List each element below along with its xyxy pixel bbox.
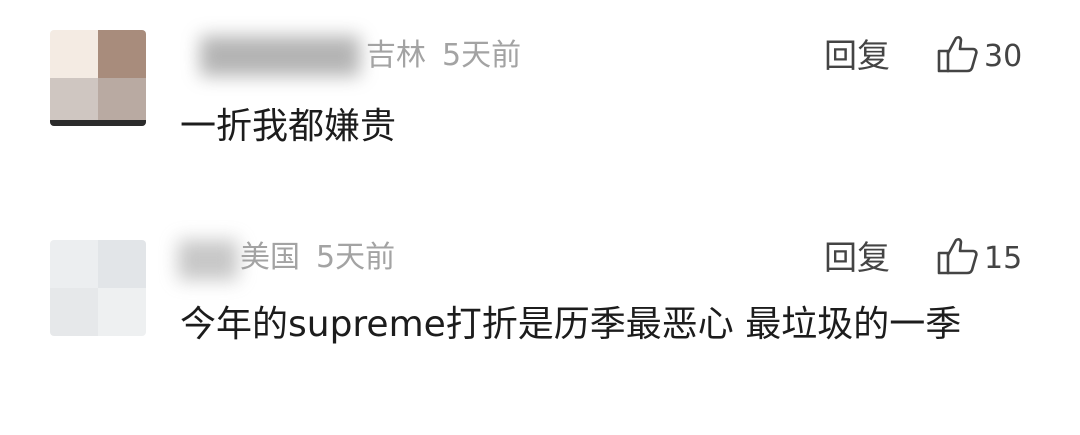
username-blurred (178, 240, 238, 280)
avatar[interactable] (50, 30, 146, 126)
like-count: 30 (984, 38, 1023, 74)
like-count: 15 (984, 240, 1023, 276)
timestamp: 5天前 (442, 38, 522, 73)
like-button[interactable]: 30 (936, 34, 1022, 78)
comment-text: 今年的supreme打折是历季最恶心 最垃圾的一季 (180, 304, 962, 345)
timestamp: 5天前 (316, 240, 396, 275)
username-blurred (200, 36, 360, 76)
comment-meta: 吉林 5天前 (366, 36, 521, 76)
location-label: 美国 (240, 240, 300, 275)
thumbs-up-icon (936, 234, 980, 282)
reply-button[interactable]: 回复 (824, 36, 890, 76)
comment-text: 一折我都嫌贵 (180, 106, 397, 147)
avatar[interactable] (50, 240, 146, 336)
comment-meta: 美国 5天前 (240, 238, 395, 278)
reply-button[interactable]: 回复 (824, 238, 890, 278)
like-button[interactable]: 15 (936, 236, 1022, 280)
thumbs-up-icon (936, 32, 980, 80)
location-label: 吉林 (366, 38, 426, 73)
